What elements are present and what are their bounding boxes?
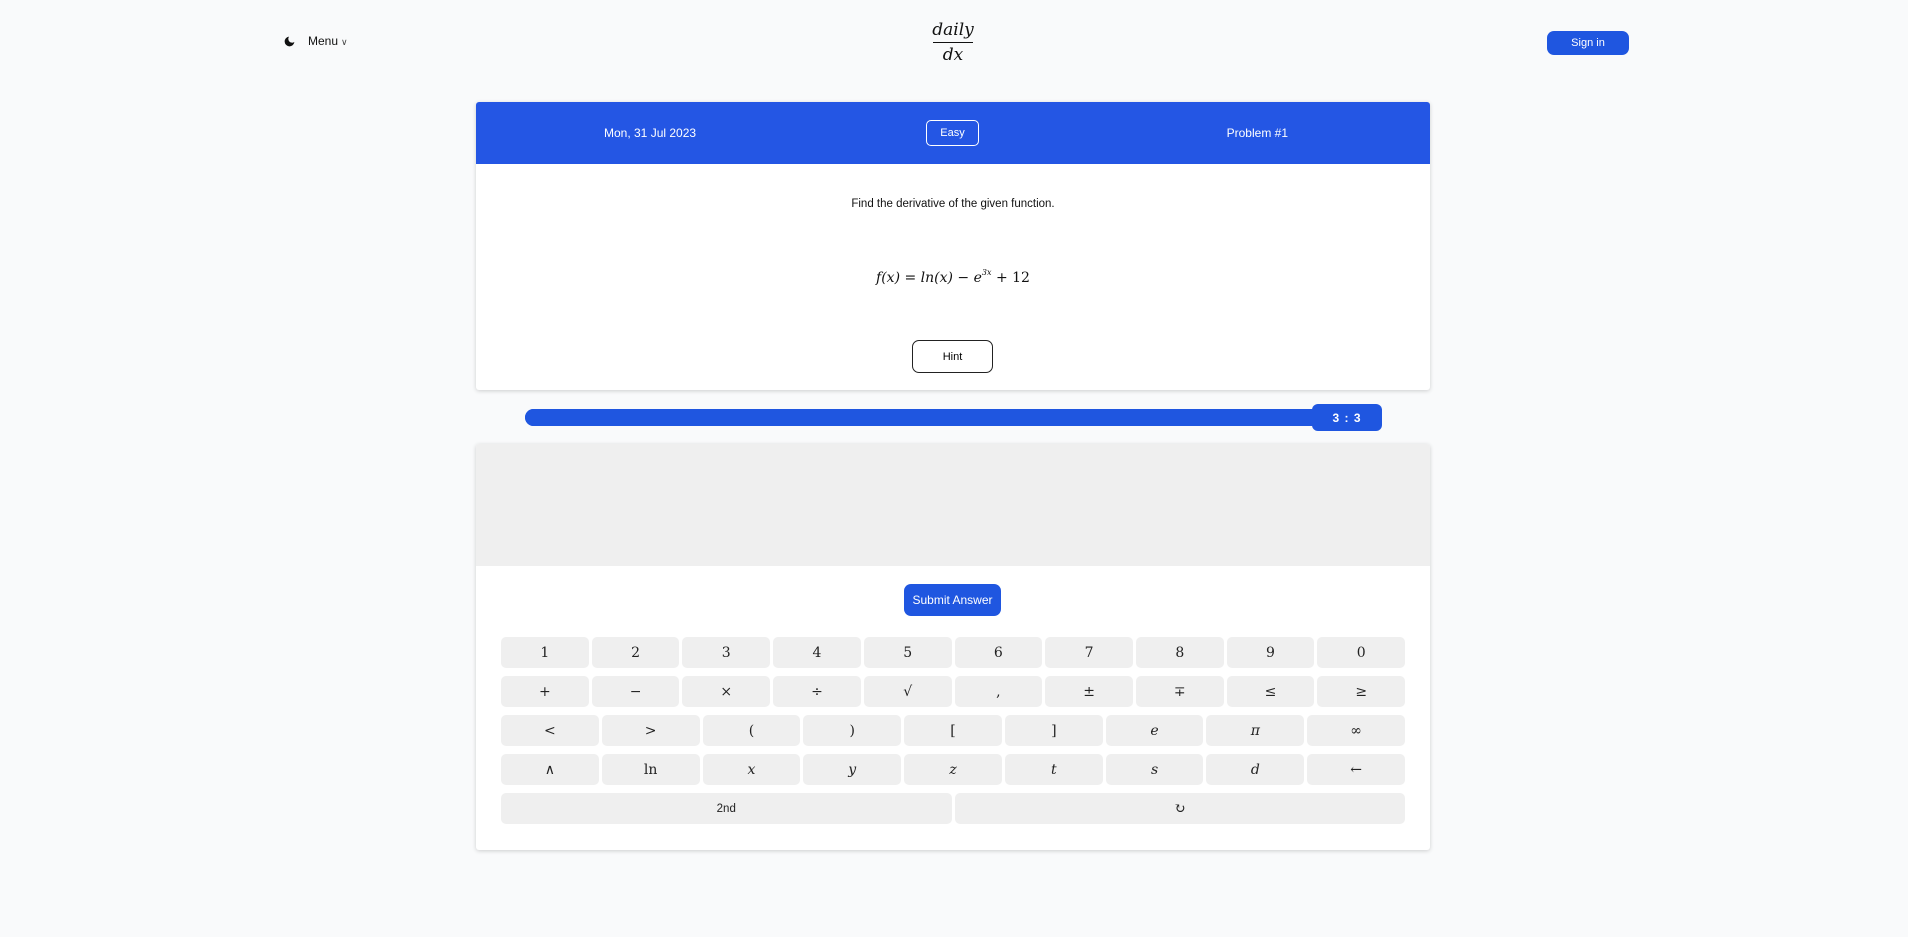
keypad-key[interactable]: s [1105, 754, 1204, 785]
daily-dx-logo[interactable]: daily dx [928, 20, 978, 65]
keypad-key[interactable]: ∧ [501, 754, 599, 785]
problem-header: Mon, 31 Jul 2023 Easy Problem #1 [476, 102, 1430, 164]
reset-icon[interactable]: ↻ [954, 793, 1405, 824]
keypad-key[interactable]: ] [1004, 715, 1103, 746]
timer-progress-fill [525, 409, 1381, 426]
chevron-down-icon: ∨ [341, 36, 348, 47]
menu-label: Menu [308, 34, 339, 48]
keypad-key[interactable]: 7 [1045, 637, 1133, 668]
keypad-key[interactable]: z [904, 754, 1002, 785]
keypad-key[interactable]: 2 [591, 637, 680, 668]
keypad-key[interactable]: ± [1045, 676, 1133, 707]
problem-date: Mon, 31 Jul 2023 [604, 126, 697, 140]
keypad-key[interactable]: − [591, 676, 680, 707]
submit-answer-button[interactable]: Submit Answer [904, 584, 1001, 616]
timer-display: 3 : 3 [1312, 404, 1382, 431]
problem-card: Mon, 31 Jul 2023 Easy Problem #1 Find th… [476, 102, 1430, 390]
keypad-key[interactable]: x [702, 754, 801, 785]
keypad-key[interactable]: ≥ [1317, 676, 1406, 707]
keypad-key[interactable]: , [954, 676, 1043, 707]
keypad-key[interactable]: t [1004, 754, 1103, 785]
keypad-row4: ∧ ln x y z t s d ← [501, 754, 1406, 785]
timer-progress-bar [525, 409, 1381, 426]
keypad-key[interactable]: [ [904, 715, 1002, 746]
keypad-key[interactable]: 9 [1226, 637, 1315, 668]
keypad-key[interactable]: 3 [682, 637, 771, 668]
menu-dropdown[interactable]: Menu ∨ [308, 31, 348, 51]
keypad-key[interactable]: 6 [954, 637, 1043, 668]
sign-in-button[interactable]: Sign in [1547, 31, 1629, 55]
problem-formula: f(x) = ln(x) − e3x + 12 [476, 268, 1430, 286]
keypad-key[interactable]: < [501, 715, 599, 746]
keypad-key[interactable]: 4 [773, 637, 861, 668]
dark-mode-moon-icon[interactable] [280, 32, 298, 50]
keypad-row3: < >()[] e π ∞ [501, 715, 1406, 746]
keypad-row5: 2nd ↻ [501, 793, 1405, 824]
logo-numerator: daily [932, 20, 974, 40]
keypad-key[interactable]: ÷ [773, 676, 861, 707]
moon-icon [284, 36, 294, 46]
keypad-row1: 1234567890 [501, 637, 1406, 668]
keypad-key[interactable]: y [803, 754, 902, 785]
keypad-key[interactable]: + [501, 676, 589, 707]
keypad-key[interactable]: ( [702, 715, 801, 746]
logo-fraction-bar [933, 42, 973, 43]
formula-lhs: f(x) = ln(x) − e [876, 270, 982, 286]
keypad-key[interactable]: ) [803, 715, 902, 746]
problem-number: Problem #1 [1226, 126, 1288, 140]
keypad-key[interactable]: 0 [1317, 637, 1406, 668]
keypad-key[interactable]: 8 [1135, 637, 1224, 668]
keypad-key[interactable]: × [682, 676, 771, 707]
answer-input-area[interactable] [476, 444, 1430, 566]
hint-button[interactable]: Hint [912, 340, 993, 373]
math-keypad: 1 2 3 4 5 6 7 8 9 0 + − × ÷ √, ± ∓ ≤ ≥ < >()[] e π ∞ ∧ ln x y z t s d ← 2… [501, 637, 1406, 832]
keypad-key[interactable]: ∓ [1135, 676, 1224, 707]
difficulty-badge: Easy [926, 120, 979, 146]
keypad-row2: + − × ÷ √, ± ∓ ≤ ≥ [501, 676, 1406, 707]
formula-exponent: 3x [981, 268, 992, 277]
keypad-key[interactable]: ∞ [1307, 715, 1406, 746]
logo-denominator: dx [942, 45, 964, 65]
formula-rhs: + 12 [991, 270, 1030, 286]
keypad-key[interactable]: ln [601, 754, 700, 785]
keypad-key[interactable]: π [1206, 715, 1305, 746]
keypad-key[interactable]: 1 [501, 637, 589, 668]
keypad-key[interactable]: 2nd [501, 793, 952, 824]
keypad-key[interactable]: ≤ [1226, 676, 1315, 707]
top-navigation: Menu ∨ daily dx Sign in [0, 0, 1908, 90]
answer-card: Submit Answer 1 2 3 4 5 6 7 8 9 0 + − × ÷ √, ± ∓ ≤ ≥ < >()[]… [476, 444, 1430, 850]
keypad-key[interactable]: √ [863, 676, 952, 707]
backspace-key[interactable]: ← [1307, 754, 1406, 785]
keypad-key[interactable]: d [1206, 754, 1305, 785]
keypad-key[interactable]: 5 [863, 637, 952, 668]
keypad-key[interactable]: > [601, 715, 700, 746]
problem-instruction: Find the derivative of the given functio… [851, 198, 1055, 210]
keypad-key[interactable]: e [1105, 715, 1204, 746]
